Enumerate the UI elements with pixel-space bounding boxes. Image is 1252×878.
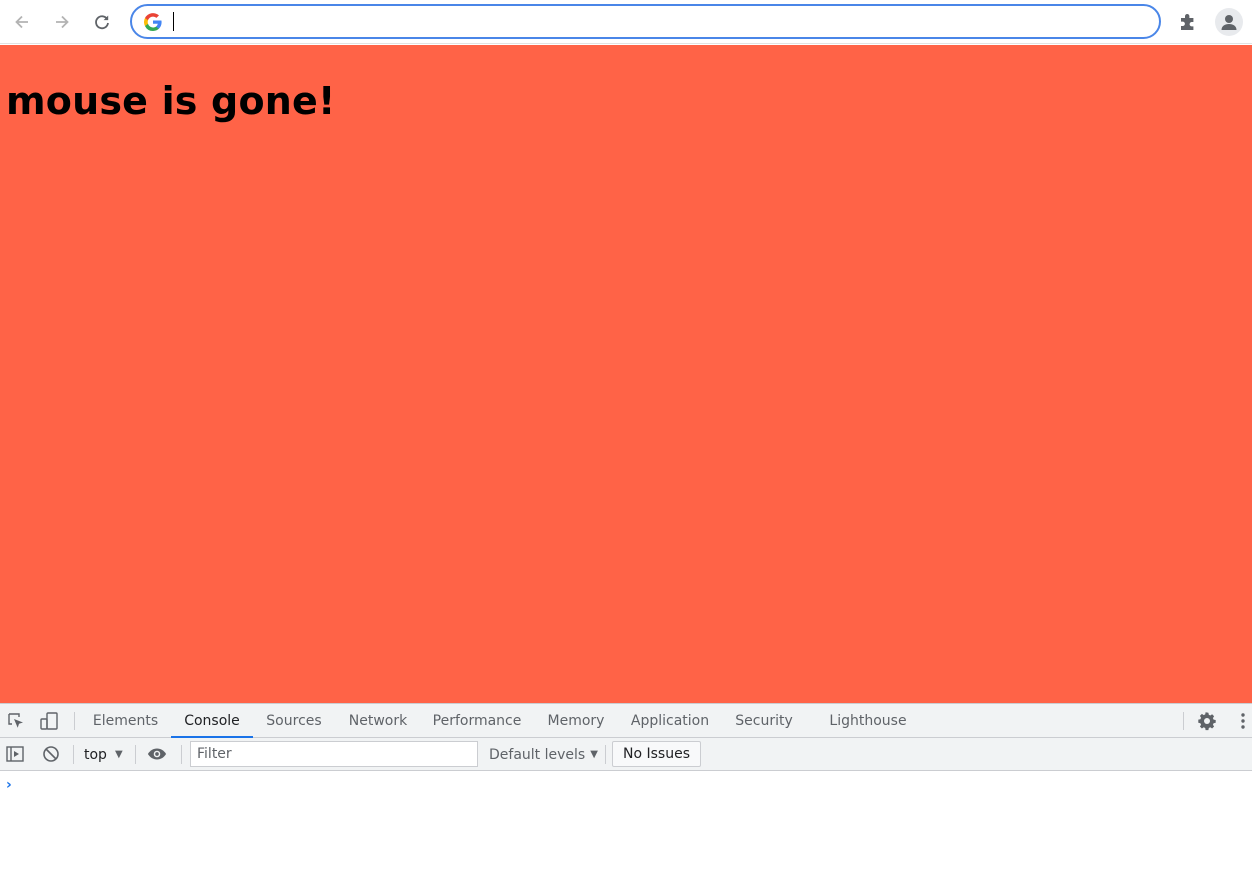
devtools-tab-bar: Elements Console Sources Network Perform… [0, 704, 1252, 738]
omnibox-input[interactable] [176, 9, 1140, 35]
console-toolbar: top ▼ Default levels ▼ No Issues [0, 738, 1252, 771]
separator [135, 745, 136, 764]
eye-icon[interactable] [147, 744, 167, 764]
log-levels-label: Default levels [489, 747, 586, 763]
tab-console[interactable]: Console [171, 704, 253, 738]
tab-performance[interactable]: Performance [425, 704, 529, 737]
separator [73, 745, 74, 764]
separator [605, 745, 606, 764]
log-levels-dropdown[interactable]: Default levels ▼ [489, 745, 598, 765]
devtools-panel: Elements Console Sources Network Perform… [0, 703, 1252, 878]
sidebar-toggle-icon[interactable] [5, 744, 25, 764]
tab-memory[interactable]: Memory [538, 704, 614, 737]
browser-toolbar [0, 0, 1252, 44]
google-g-icon [144, 13, 162, 31]
tab-elements[interactable]: Elements [84, 704, 167, 737]
puzzle-piece-icon[interactable] [1178, 11, 1200, 33]
separator [181, 745, 182, 764]
tab-lighthouse[interactable]: Lighthouse [818, 704, 918, 737]
issues-button[interactable]: No Issues [612, 741, 701, 767]
separator [1183, 712, 1184, 730]
forward-arrow-icon[interactable] [49, 9, 75, 35]
reload-icon[interactable] [89, 9, 115, 35]
address-bar[interactable] [130, 4, 1161, 39]
back-arrow-icon[interactable] [9, 9, 35, 35]
separator [74, 712, 75, 730]
context-selector-value: top [84, 747, 107, 763]
context-selector[interactable]: top ▼ [84, 745, 123, 765]
page-viewport: mouse is gone! [0, 45, 1252, 703]
tab-network[interactable]: Network [340, 704, 416, 737]
page-heading: mouse is gone! [6, 79, 336, 123]
dropdown-triangle-icon: ▼ [114, 749, 123, 760]
more-options-icon[interactable] [1233, 711, 1252, 731]
tab-security[interactable]: Security [729, 704, 799, 737]
profile-avatar-icon[interactable] [1215, 8, 1243, 36]
console-filter-input[interactable] [190, 741, 478, 767]
dropdown-triangle-icon: ▼ [590, 749, 598, 760]
gear-icon[interactable] [1197, 711, 1217, 731]
console-prompt[interactable]: › [6, 777, 12, 793]
text-caret [173, 12, 174, 31]
tab-application[interactable]: Application [622, 704, 718, 737]
clear-console-icon[interactable] [41, 744, 61, 764]
inspect-element-icon[interactable] [6, 711, 26, 731]
tab-sources[interactable]: Sources [258, 704, 330, 737]
device-toolbar-icon[interactable] [39, 711, 59, 731]
